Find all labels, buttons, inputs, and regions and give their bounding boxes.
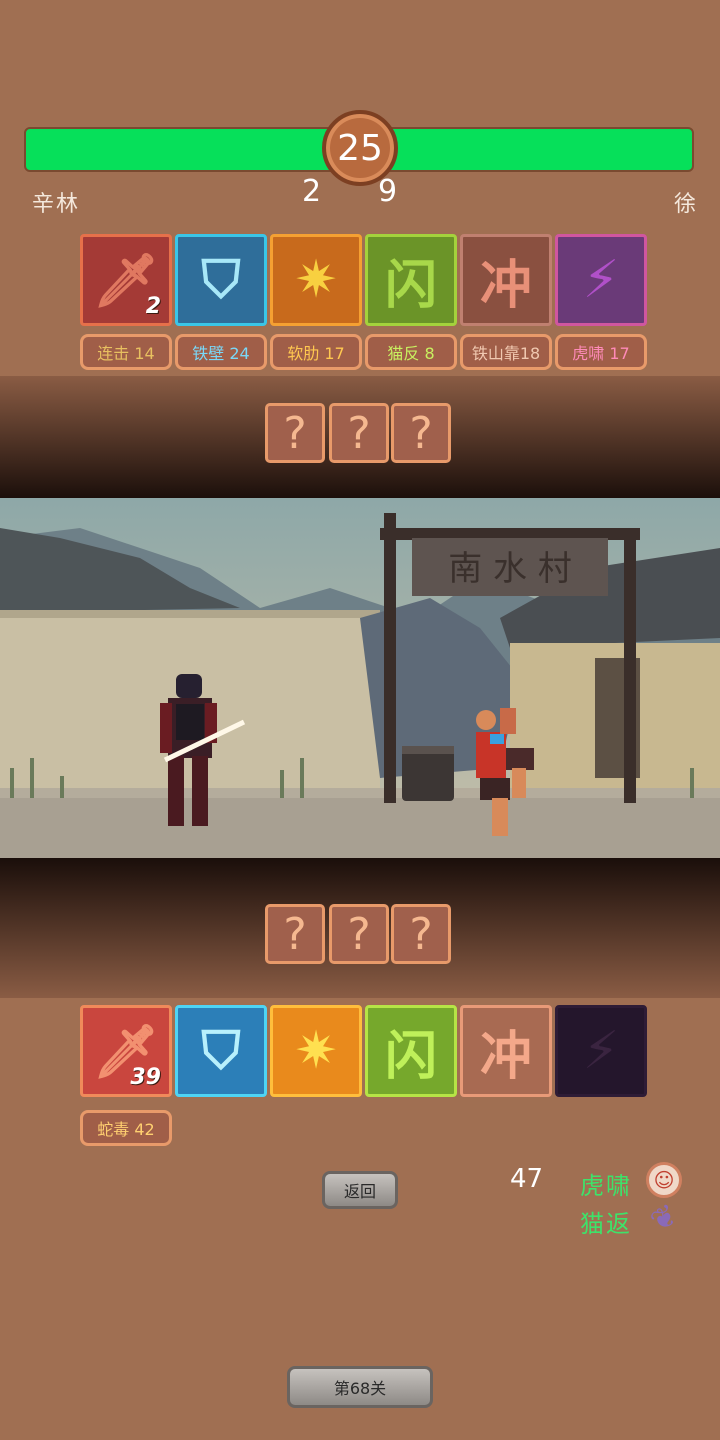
enemy-card-sword[interactable]: 🗡 2 <box>80 234 172 326</box>
enemy-card-lightning[interactable]: ⚡ <box>555 234 647 326</box>
right-score: 9 <box>378 174 398 209</box>
player-card-break[interactable]: ✷ <box>270 1005 362 1097</box>
enemy-hidden-action: ? <box>329 403 389 463</box>
player-action-slot[interactable]: ? <box>391 904 451 964</box>
player-card-dodge[interactable]: 闪 <box>365 1005 457 1097</box>
monk-icon: ☺ <box>646 1162 682 1198</box>
player-card-sword[interactable]: 🗡 39 <box>80 1005 172 1097</box>
enemy-card-break[interactable]: ✷ <box>270 234 362 326</box>
back-button[interactable]: 返回 <box>322 1171 398 1209</box>
lightning-icon: ⚡ <box>582 250 620 310</box>
feather-icon: ❦ <box>644 1196 684 1240</box>
card-count: 2 <box>145 294 161 319</box>
battle-scene: 南 水 村 <box>0 498 720 858</box>
enemy-skill-tag: 铁壁 24 <box>175 334 267 370</box>
enemy-card-shield[interactable]: ⛉ <box>175 234 267 326</box>
charge-icon: 冲 <box>479 1026 532 1087</box>
lightning-icon: ⚡ <box>582 1021 620 1081</box>
player-card-lightning-locked: ⚡ <box>555 1005 647 1097</box>
player-action-slot[interactable]: ? <box>265 904 325 964</box>
buff-label: 猫返 <box>580 1210 632 1238</box>
enemy-skill-tag: 连击 14 <box>80 334 172 370</box>
dodge-icon: 闪 <box>384 255 437 316</box>
scene-background: 南 水 村 <box>0 498 720 858</box>
charge-icon: 冲 <box>479 255 532 316</box>
gate-sign: 南 水 村 <box>448 549 572 589</box>
player-action-slot[interactable]: ? <box>329 904 389 964</box>
shield-icon: ⛉ <box>201 1020 241 1081</box>
right-player-name: 徐 <box>674 192 699 217</box>
buff-label: 虎啸 <box>580 1172 632 1200</box>
broken-shield-icon: ✷ <box>294 250 338 310</box>
player-card-shield[interactable]: ⛉ <box>175 1005 267 1097</box>
enemy-hidden-action: ? <box>265 403 325 463</box>
enemy-card-dodge[interactable]: 闪 <box>365 234 457 326</box>
player-skill-tag: 蛇毒 42 <box>80 1110 172 1146</box>
level-button[interactable]: 第68关 <box>287 1366 433 1408</box>
card-count: 39 <box>130 1065 161 1090</box>
shield-icon: ⛉ <box>201 249 241 310</box>
enemy-skill-tag: 软肋 17 <box>270 334 362 370</box>
left-score: 2 <box>302 174 322 209</box>
enemy-skill-tag: 猫反 8 <box>365 334 457 370</box>
enemy-hidden-action: ? <box>391 403 451 463</box>
left-player-name: 辛林 <box>32 192 81 217</box>
enemy-skill-tag: 铁山靠18 <box>460 334 552 370</box>
score-value: 47 <box>510 1164 544 1194</box>
player-card-charge[interactable]: 冲 <box>460 1005 552 1097</box>
enemy-card-charge[interactable]: 冲 <box>460 234 552 326</box>
dodge-icon: 闪 <box>384 1026 437 1087</box>
enemy-skill-tag: 虎啸 17 <box>555 334 647 370</box>
broken-shield-icon: ✷ <box>294 1021 338 1081</box>
